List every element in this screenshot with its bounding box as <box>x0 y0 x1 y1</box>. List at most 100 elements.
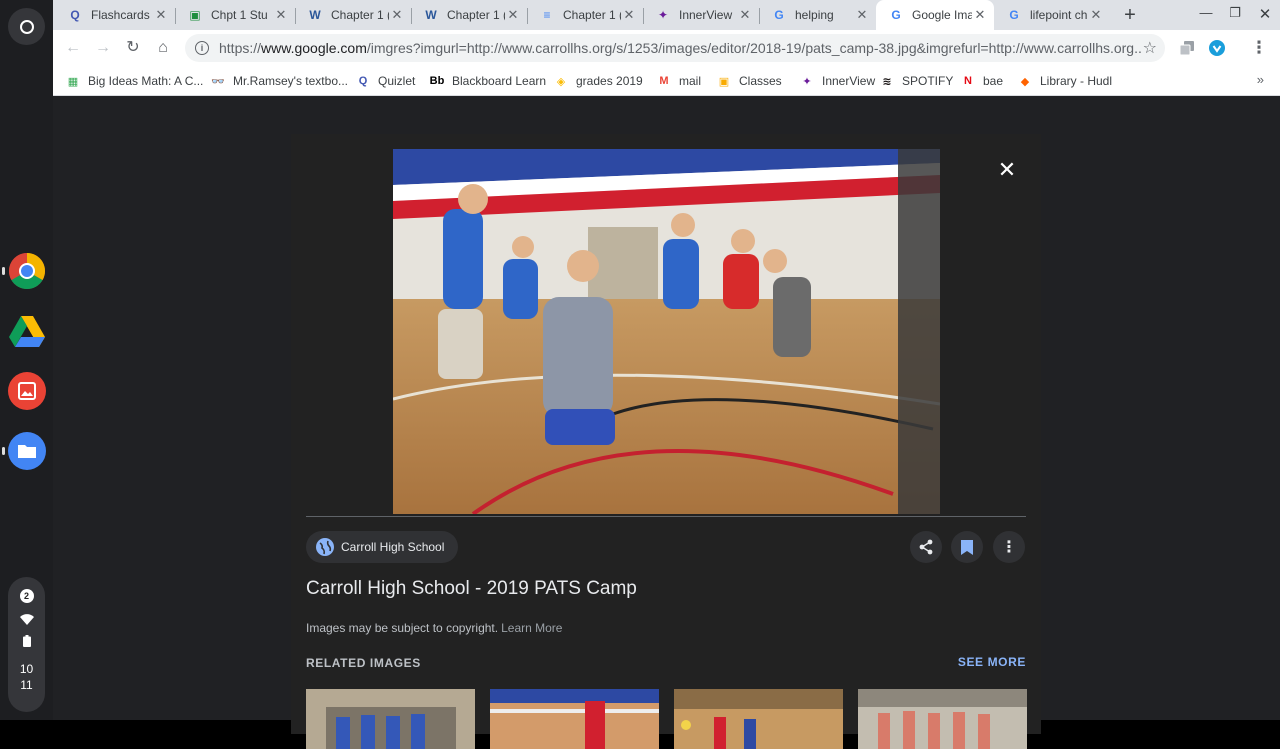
bookmark-1[interactable]: ▦ Big Ideas Math: A C... <box>65 72 204 90</box>
google-icon: G <box>1009 8 1019 22</box>
tab-label: Google Ima <box>912 8 972 22</box>
see-more-link[interactable]: SEE MORE <box>958 655 1026 669</box>
bookmark-7[interactable]: ▣ Classes <box>716 72 782 90</box>
shelf-drive-button[interactable] <box>8 312 46 350</box>
address-bar[interactable]: i https://www.google.com/imgres?imgurl=h… <box>185 34 1165 62</box>
image-title[interactable]: Carroll High School - 2019 PATS Camp <box>306 578 637 600</box>
home-button[interactable]: ⌂ <box>153 38 173 58</box>
close-viewer-button[interactable]: ✕ <box>993 156 1021 184</box>
tab-label: Chapter 1 ( <box>331 8 389 22</box>
learn-more-link[interactable]: Learn More <box>501 621 562 635</box>
glasses-icon: 👓 <box>211 75 225 88</box>
tab-close-icon[interactable]: ✕ <box>1088 7 1104 23</box>
related-image-thumbnail[interactable] <box>858 689 1027 749</box>
bookmark-label: Library - Hudl <box>1040 74 1113 88</box>
tab-close-icon[interactable]: ✕ <box>972 7 988 23</box>
running-indicator <box>2 447 5 455</box>
bookmark-label: Blackboard Learn <box>452 74 547 88</box>
clock-hour: 10 <box>19 662 34 676</box>
bookmark-star-icon[interactable]: ☆ <box>1142 38 1157 58</box>
browser-toolbar: ← → ↻ ⌂ i https://www.google.com/imgres?… <box>53 30 1280 66</box>
related-image-thumbnail[interactable] <box>490 689 659 749</box>
bookmarks-bar: ▦ Big Ideas Math: A C... 👓 Mr.Ramsey's text… <box>53 66 1280 96</box>
bookmark-11[interactable]: ◆ Library - Hudl <box>1017 72 1112 90</box>
image-viewer-panel: ✕ Carroll High School ⋮ Carroll High Sch… <box>291 134 1041 749</box>
tab-close-icon[interactable]: ✕ <box>621 7 637 23</box>
bookmark-label: Quizlet <box>378 74 416 88</box>
quizlet-icon: Q <box>70 8 80 22</box>
reload-button[interactable]: ↻ <box>123 38 143 58</box>
more-options-button[interactable]: ⋮ <box>993 531 1025 563</box>
wifi-icon <box>19 614 34 625</box>
bookmark-2[interactable]: 👓 Mr.Ramsey's textbo... <box>210 72 348 90</box>
copyright-text: Images may be subject to copyright. <box>306 621 499 635</box>
shield-extension-icon <box>1209 40 1225 56</box>
url-path: /imgres?imgurl=http://www.carrollhs.org/… <box>366 40 1146 56</box>
bookmark-label: mail <box>679 74 702 88</box>
tab-close-icon[interactable]: ✕ <box>737 7 753 23</box>
bookmark-10[interactable]: Nbae <box>960 72 1003 90</box>
tab-5[interactable]: ≡ Chapter 1 (✕ <box>527 0 643 30</box>
more-bookmarks-chevron-icon[interactable]: » <box>1257 72 1264 87</box>
site-info-icon[interactable]: i <box>195 41 209 55</box>
launcher-button[interactable] <box>8 8 45 45</box>
innerview-icon: ✦ <box>657 8 669 22</box>
bookmark-label: Mr.Ramsey's textbo... <box>233 74 348 88</box>
image-icon <box>18 382 36 400</box>
bookmark-3[interactable]: Q Quizlet <box>355 72 416 90</box>
tab-1[interactable]: Q Flashcards ✕ <box>55 0 175 30</box>
tab-3[interactable]: W Chapter 1 (✕ <box>295 0 411 30</box>
related-image-thumbnail[interactable] <box>306 689 475 749</box>
forward-button[interactable]: → <box>93 38 113 58</box>
tab-8[interactable]: G Google Ima ✕ <box>876 0 994 30</box>
tab-4[interactable]: W Chapter 1 (✕ <box>411 0 527 30</box>
tab-close-icon[interactable]: ✕ <box>505 7 521 23</box>
tab-9[interactable]: Glifepoint ch ✕ <box>994 0 1110 30</box>
clock: 10 11 <box>20 661 33 693</box>
tab-7[interactable]: Ghelping ✕ <box>759 0 876 30</box>
bookmark-icon <box>961 539 973 555</box>
battery-icon <box>22 635 31 647</box>
docs-icon: ≡ <box>543 8 551 22</box>
source-chip[interactable]: Carroll High School <box>306 531 459 563</box>
bookmark-4[interactable]: Bb Blackboard Learn <box>429 72 546 90</box>
status-area[interactable]: 2 10 11 <box>8 577 45 712</box>
window-close-button[interactable]: ✕ <box>1255 5 1275 23</box>
tab-2[interactable]: ▣ Chpt 1 Stu ✕ <box>175 0 295 30</box>
share-button[interactable] <box>910 531 942 563</box>
bookmark-8[interactable]: ✦ InnerView <box>799 72 875 90</box>
tab-close-icon[interactable]: ✕ <box>153 7 169 23</box>
tab-close-icon[interactable]: ✕ <box>854 7 870 23</box>
launcher-circle-icon <box>19 19 34 34</box>
minimize-button[interactable]: — <box>1196 5 1216 20</box>
bookmark-6[interactable]: Mmail <box>656 72 701 90</box>
back-button[interactable]: ← <box>63 38 83 58</box>
share-icon <box>919 539 933 555</box>
extension-copy-button[interactable] <box>1177 38 1197 58</box>
bookmark-5[interactable]: ◈ grades 2019 <box>553 72 643 90</box>
shelf-files-button[interactable] <box>8 432 46 470</box>
tab-close-icon[interactable]: ✕ <box>273 7 289 23</box>
restore-button[interactable]: ❐ <box>1225 5 1245 21</box>
shelf-chrome-button[interactable] <box>8 252 46 290</box>
related-image-thumbnail[interactable] <box>674 689 843 749</box>
shelf-gallery-button[interactable] <box>8 372 46 410</box>
tab-close-icon[interactable]: ✕ <box>389 7 405 23</box>
save-button[interactable] <box>951 531 983 563</box>
bookmark-label: grades 2019 <box>576 74 643 88</box>
new-tab-button[interactable]: + <box>1118 3 1142 27</box>
tab-6[interactable]: ✦ InnerView ✕ <box>643 0 759 30</box>
gym-photo <box>393 149 940 514</box>
source-name: Carroll High School <box>341 540 445 554</box>
innerview-icon: ✦ <box>802 75 812 88</box>
bookmark-9[interactable]: ≋ SPOTIFY <box>879 72 953 90</box>
clock-minute: 11 <box>20 678 33 692</box>
google-icon: G <box>774 8 784 22</box>
blackboard-icon: Bb <box>429 75 445 87</box>
bookmark-label: bae <box>983 74 1004 88</box>
preview-image[interactable] <box>393 149 940 514</box>
extension-shield-button[interactable] <box>1207 38 1227 58</box>
browser-menu-button[interactable]: ⋮ <box>1249 38 1269 58</box>
bookmark-label: SPOTIFY <box>902 74 954 88</box>
url-host: www.google.com <box>261 40 367 56</box>
